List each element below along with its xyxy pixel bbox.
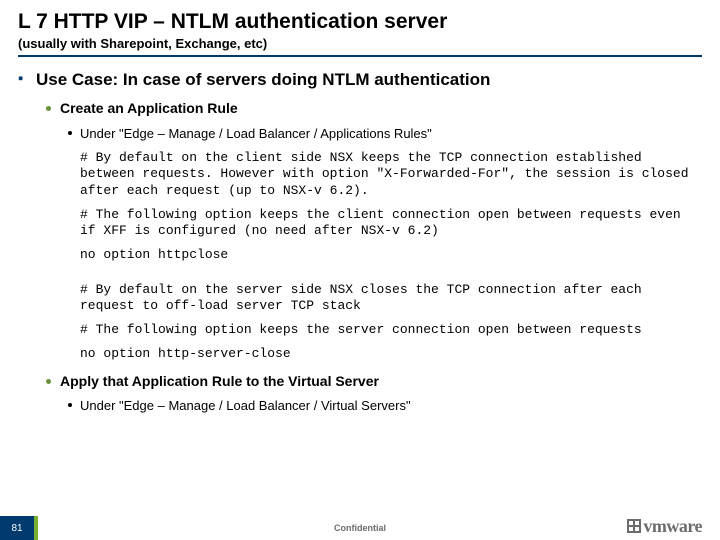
- slide: L7 HTTP VIP – NTLM authentication server…: [0, 0, 720, 540]
- bullet-apply-rule: Apply that Application Rule to the Virtu…: [46, 373, 702, 391]
- slide-body: Use Case: In case of servers doing NTLM …: [18, 57, 702, 414]
- bullet-use-case: Use Case: In case of servers doing NTLM …: [18, 69, 702, 90]
- bullet-under-app-rules: Under "Edge – Manage / Load Balancer / A…: [68, 126, 702, 142]
- confidential-label: Confidential: [0, 523, 720, 533]
- code-no-http-server-close: no option http-server-close: [80, 346, 692, 362]
- code-client-comment-1: # By default on the client side NSX keep…: [80, 150, 692, 199]
- vmware-logo: vmware: [627, 516, 702, 537]
- bullet-create-rule: Create an Application Rule: [46, 100, 702, 118]
- code-server-comment-2: # The following option keeps the server …: [80, 322, 692, 338]
- logo-text: vmware: [643, 516, 702, 536]
- title-part-a: L: [18, 10, 31, 33]
- logo-icon: [627, 519, 641, 533]
- footer: 81 Confidential vmware: [0, 510, 720, 540]
- slide-title: L7 HTTP VIP – NTLM authentication server: [18, 10, 702, 36]
- title-part-b: 7 HTTP VIP – NTLM authentication server: [36, 10, 447, 33]
- bullet-under-virtual-servers: Under "Edge – Manage / Load Balancer / V…: [68, 398, 702, 414]
- slide-subtitle: (usually with Sharepoint, Exchange, etc): [18, 36, 702, 57]
- code-server-comment-1: # By default on the server side NSX clos…: [80, 282, 692, 315]
- code-client-comment-2: # The following option keeps the client …: [80, 207, 692, 240]
- code-no-httpclose: no option httpclose: [80, 247, 692, 263]
